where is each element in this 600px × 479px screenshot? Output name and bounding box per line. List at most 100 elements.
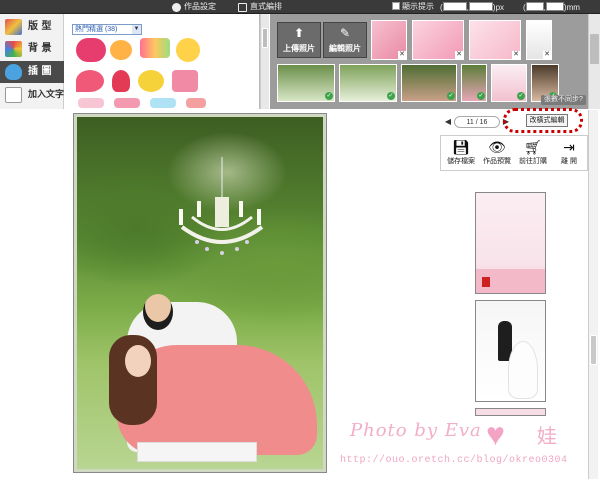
sticker-chick[interactable] [138, 70, 164, 92]
menu-item-add-text[interactable]: 加入文字 [0, 84, 64, 106]
page-thumbnail-strip [470, 186, 550, 416]
photo-thumbnail[interactable]: ✓ [491, 64, 527, 102]
photo-thumbnail[interactable]: ✕ [469, 20, 521, 60]
preview-label: 作品預覽 [483, 158, 511, 165]
pencil-icon: ✎ [339, 26, 351, 40]
chandelier-image [179, 157, 264, 255]
save-button[interactable]: 💾︎ 儲存檔案 [443, 138, 479, 170]
page-thumbnail[interactable] [475, 192, 546, 294]
order-label: 前往訂購 [519, 158, 547, 165]
photo-thumbnail[interactable]: ✓ [461, 64, 487, 102]
page-strip-scrollbar[interactable] [588, 110, 598, 479]
size-hint[interactable]: 張數不同步? [541, 95, 586, 105]
page-icon [238, 3, 247, 12]
sticker-category-value: 熱門精選 (38) [75, 26, 118, 33]
sticker-partial[interactable] [78, 98, 104, 108]
remove-icon[interactable]: ✕ [543, 51, 551, 59]
remove-icon[interactable]: ✕ [398, 51, 406, 59]
watermark-signature: 娃 [537, 426, 557, 448]
menu-item-label: 加入文字 [28, 90, 65, 100]
upload-photo-button[interactable]: ⬆ 上傳照片 [277, 22, 321, 58]
scrollbar-thumb[interactable] [590, 335, 597, 365]
edit-photo-button[interactable]: ✎ 編輯照片 [323, 22, 367, 58]
edit-photo-label: 編輯照片 [329, 44, 361, 53]
mm-size-fields: (,)mm [523, 2, 580, 12]
scrollbar-thumb[interactable] [590, 34, 599, 64]
tab-vertical-layout[interactable]: 直式編排 [236, 1, 282, 13]
photo-thumbnail[interactable]: ✕ [371, 20, 407, 60]
cart-icon: 🛒︎ [524, 139, 542, 155]
sticker-panel: 熱門精選 (38) ▼ [64, 14, 269, 109]
photo-thumbnail[interactable]: ✓ [401, 64, 457, 102]
tab-work-settings[interactable]: 作品設定 [170, 1, 216, 13]
photo-scrollbar[interactable] [588, 14, 600, 109]
gear-icon [172, 3, 181, 12]
show-hint-toggle[interactable]: 顯示提示 [392, 2, 434, 12]
pixel-size-fields: (,)px [440, 2, 505, 12]
prev-page-button[interactable]: ◀ [444, 115, 452, 129]
sticker-heart-bunting[interactable] [110, 40, 132, 60]
page-thumbnail[interactable] [475, 408, 546, 416]
menu-item-layout[interactable]: 版 型 [0, 16, 64, 38]
show-hint-label: 顯示提示 [402, 2, 434, 11]
sticker-heart-balloon[interactable] [112, 70, 130, 92]
upload-photo-label: 上傳照片 [283, 44, 315, 53]
width-px-input[interactable] [442, 2, 467, 11]
sticker-flowers[interactable] [76, 70, 104, 92]
photo-thumbnail[interactable]: ✓ [277, 64, 335, 102]
upload-arrow-icon: ⬆ [293, 26, 305, 40]
canvas-photo[interactable] [77, 117, 323, 469]
bride-figure [109, 335, 317, 455]
top-tab-bar: 作品設定 直式編排 顯示提示 (,)px (,)mm [0, 0, 600, 14]
sticker-partial[interactable] [186, 98, 206, 108]
sticker-icon [5, 64, 22, 80]
mm-unit: )mm [563, 3, 580, 12]
switch-horizontal-edit-button[interactable]: 改橫式編輯 [526, 114, 568, 127]
chevron-down-icon: ▼ [132, 25, 141, 34]
sticker-cake[interactable] [172, 70, 198, 92]
width-mm-input[interactable] [525, 2, 544, 11]
editing-canvas[interactable] [73, 113, 327, 473]
bride-silhouette [508, 341, 538, 399]
tab-work-settings-label: 作品設定 [184, 2, 216, 11]
menu-item-label: 插 圖 [28, 66, 52, 77]
stamp-mark [482, 277, 490, 287]
preview-button[interactable]: 👁︎ 作品預覽 [479, 138, 515, 170]
leave-label: 離 開 [561, 158, 577, 165]
photo-thumbnail[interactable]: ✕ [526, 20, 552, 60]
check-icon: ✓ [387, 92, 395, 100]
background-icon [5, 41, 22, 57]
check-icon: ✓ [447, 92, 455, 100]
sticker-partial[interactable] [114, 98, 140, 108]
floppy-icon: 💾︎ [452, 139, 470, 155]
page-thumbnail[interactable] [475, 300, 546, 402]
sticker-clothesline[interactable] [140, 38, 170, 58]
menu-item-label: 版 型 [28, 21, 52, 32]
remove-icon[interactable]: ✕ [455, 51, 463, 59]
remove-icon[interactable]: ✕ [512, 51, 520, 59]
photo-thumbnail[interactable]: ✓ [339, 64, 397, 102]
height-px-input[interactable] [468, 2, 493, 11]
menu-item-background[interactable]: 背 景 [0, 38, 64, 60]
sticker-scrollbar[interactable] [260, 14, 269, 109]
sticker-smiley[interactable] [176, 38, 200, 62]
save-label: 儲存檔案 [447, 158, 475, 165]
leave-button[interactable]: ⇥ 離 開 [551, 138, 587, 170]
height-mm-input[interactable] [545, 2, 564, 11]
watermark-url: http://ouo.oretch.cc/blog/okreo0304 [340, 455, 568, 466]
scrollbar-thumb[interactable] [262, 28, 268, 48]
show-hint-checkbox[interactable] [392, 2, 400, 10]
menu-item-label: 背 景 [28, 43, 52, 54]
page-navigator: ◀ 11 / 16 ▶ [444, 115, 510, 129]
action-toolbar: 💾︎ 儲存檔案 👁︎ 作品預覽 🛒︎ 前往訂購 ⇥ 離 開 [440, 135, 588, 171]
bench [137, 442, 257, 462]
menu-item-sticker[interactable]: 插 圖 [0, 61, 64, 83]
text-icon [5, 87, 22, 103]
exit-icon: ⇥ [563, 139, 575, 155]
sticker-category-select[interactable]: 熱門精選 (38) ▼ [72, 24, 142, 35]
order-button[interactable]: 🛒︎ 前往訂購 [515, 138, 551, 170]
photo-thumbnail[interactable]: ✕ [412, 20, 464, 60]
sticker-partial[interactable] [150, 98, 176, 108]
tab-vertical-layout-label: 直式編排 [250, 2, 282, 11]
sticker-love-text[interactable] [76, 38, 106, 62]
